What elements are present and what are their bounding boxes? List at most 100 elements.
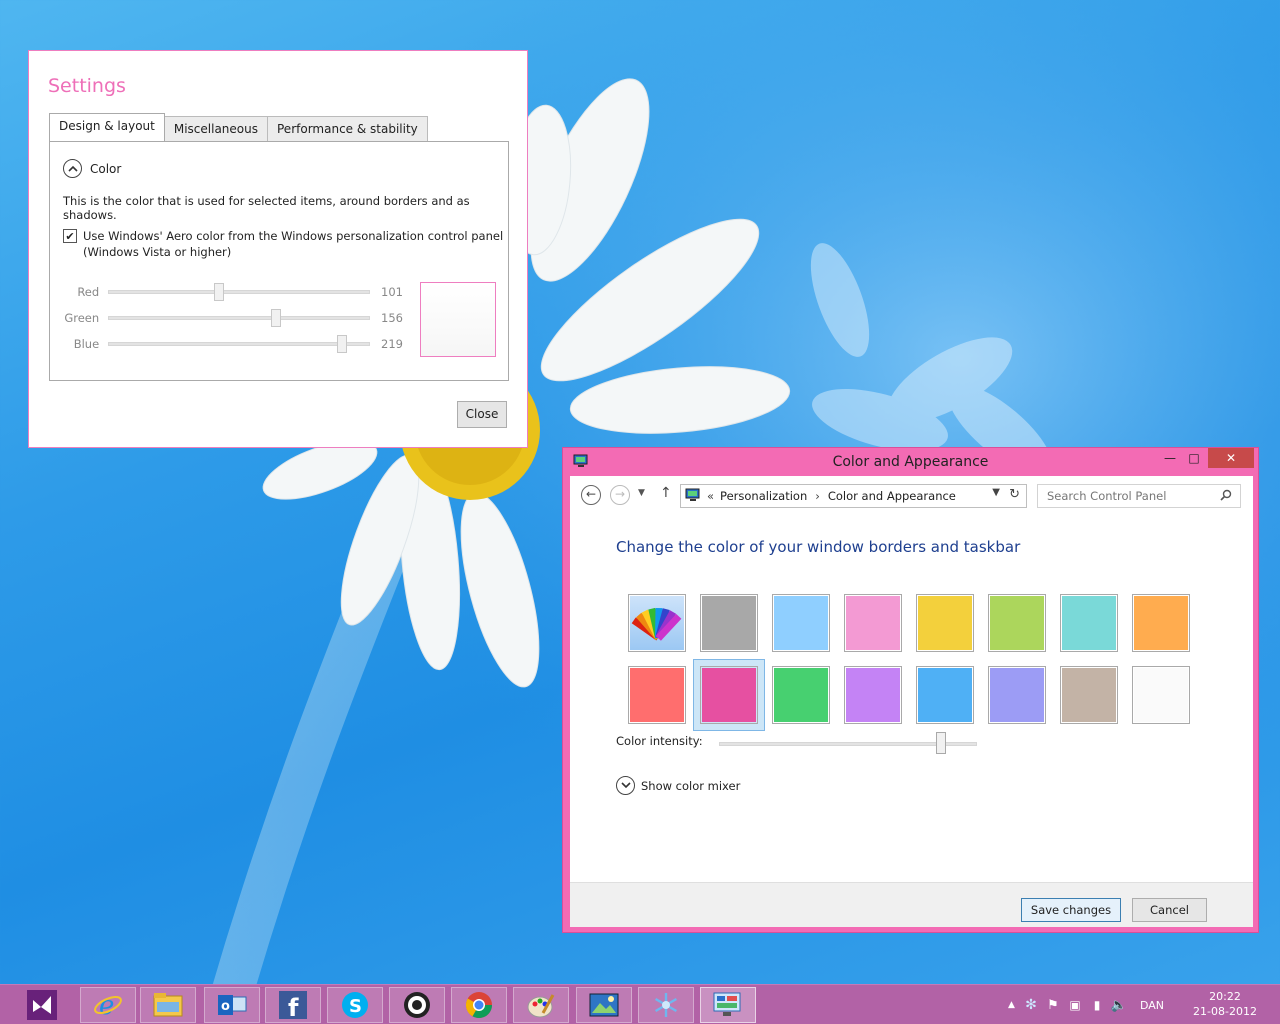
close-window-button[interactable]: ✕	[1208, 448, 1254, 468]
volume-icon[interactable]: 🔈	[1108, 998, 1130, 1013]
power-icon[interactable]: ▮	[1086, 998, 1108, 1012]
title-bar[interactable]: Color and Appearance — □ ✕	[563, 448, 1258, 476]
color-swatch[interactable]	[700, 594, 758, 652]
skype-icon[interactable]: S	[327, 987, 383, 1023]
breadcrumb-separator[interactable]: ›	[815, 489, 820, 503]
clock[interactable]: 20:22 21-08-2012	[1190, 989, 1260, 1019]
red-value: 101	[381, 285, 403, 299]
color-swatch-fill	[990, 596, 1044, 650]
back-arrow-icon[interactable]: ←	[581, 485, 601, 505]
up-arrow-icon[interactable]: ↑	[660, 485, 672, 501]
tab-design-layout[interactable]: Design & layout	[49, 113, 165, 142]
window-body: ← → ▼ ↑ « Personalization › Color and Ap…	[570, 476, 1253, 927]
color-swatch[interactable]	[628, 666, 686, 724]
green-slider[interactable]	[108, 309, 371, 327]
cancel-button[interactable]: Cancel	[1132, 898, 1207, 922]
color-swatch[interactable]	[988, 594, 1046, 652]
color-swatch[interactable]	[844, 666, 902, 724]
blue-slider-row: Blue 219	[63, 334, 403, 354]
color-swatch[interactable]	[844, 594, 902, 652]
design-layout-panel: Color This is the color that is used for…	[49, 141, 509, 381]
tab-performance-stability[interactable]: Performance & stability	[268, 116, 428, 142]
red-slider[interactable]	[108, 283, 371, 301]
color-swatch-fill	[774, 596, 828, 650]
color-swatch-fill	[1134, 596, 1188, 650]
snowflake-tray-icon[interactable]: ✻	[1020, 997, 1042, 1013]
color-swatch-fill	[774, 668, 828, 722]
color-swatch-fill	[990, 668, 1044, 722]
settings-tabs: Design & layout Miscellaneous Performanc…	[49, 113, 428, 142]
automatic-color-swatch[interactable]	[628, 594, 686, 652]
color-swatch[interactable]	[1132, 666, 1190, 724]
aero-color-option[interactable]: ✔ Use Windows' Aero color from the Windo…	[63, 228, 503, 260]
tab-miscellaneous[interactable]: Miscellaneous	[164, 116, 268, 142]
show-hidden-icons-icon[interactable]: ▲	[1008, 1000, 1020, 1010]
show-color-mixer-toggle[interactable]: Show color mixer	[616, 776, 740, 795]
chevron-down-icon[interactable]	[616, 776, 635, 795]
color-swatch[interactable]	[772, 594, 830, 652]
outlook-icon[interactable]: o	[204, 987, 260, 1023]
facebook-icon[interactable]: f	[265, 987, 321, 1023]
color-swatch[interactable]	[700, 666, 758, 724]
chrome-icon[interactable]	[451, 987, 507, 1023]
color-swatch[interactable]	[988, 666, 1046, 724]
chevron-up-icon[interactable]	[63, 159, 82, 178]
color-palette-icon	[630, 596, 684, 650]
control-panel-icon	[685, 488, 701, 505]
blue-label: Blue	[73, 337, 100, 351]
blue-value: 219	[381, 337, 403, 351]
red-slider-thumb[interactable]	[214, 283, 225, 301]
paint-icon[interactable]	[513, 987, 569, 1023]
green-slider-thumb[interactable]	[271, 309, 282, 327]
photo-viewer-icon[interactable]	[576, 987, 632, 1023]
address-bar[interactable]: « Personalization › Color and Appearance…	[680, 484, 1027, 508]
color-preview	[420, 282, 496, 357]
color-swatch[interactable]	[772, 666, 830, 724]
file-explorer-icon[interactable]	[140, 987, 196, 1023]
recent-pages-chevron-icon[interactable]: ▼	[638, 488, 645, 498]
network-icon[interactable]: ▣	[1064, 998, 1086, 1012]
aero-color-checkbox[interactable]: ✔	[63, 229, 77, 243]
color-swatch[interactable]	[916, 594, 974, 652]
control-panel-icon[interactable]	[700, 987, 756, 1023]
color-swatch-fill	[846, 596, 900, 650]
color-swatch-fill	[1134, 668, 1188, 722]
green-slider-row: Green 156	[63, 308, 403, 328]
search-input[interactable]: Search Control Panel	[1037, 484, 1241, 508]
address-dropdown-icon[interactable]: ▼	[992, 487, 1000, 498]
close-button[interactable]: Close	[457, 401, 507, 428]
steam-icon[interactable]	[389, 987, 445, 1023]
forward-arrow-icon[interactable]: →	[610, 485, 630, 505]
blue-slider[interactable]	[108, 335, 371, 353]
breadcrumb-color-appearance[interactable]: Color and Appearance	[828, 489, 956, 503]
color-swatch[interactable]	[1060, 594, 1118, 652]
refresh-icon[interactable]: ↻	[1009, 487, 1020, 502]
visual-studio-icon[interactable]	[14, 987, 70, 1023]
color-swatch-fill	[846, 668, 900, 722]
clock-time: 20:22	[1209, 990, 1241, 1003]
svg-text:e: e	[99, 991, 114, 1020]
snowflake-app-icon[interactable]	[638, 987, 694, 1023]
color-appearance-window: Color and Appearance — □ ✕ ← → ▼ ↑ « Per…	[562, 447, 1259, 933]
breadcrumb-personalization[interactable]: Personalization	[720, 489, 807, 503]
flag-icon[interactable]: ⚑	[1042, 998, 1064, 1013]
color-description: This is the color that is used for selec…	[63, 194, 470, 222]
color-swatch[interactable]	[1060, 666, 1118, 724]
blue-slider-thumb[interactable]	[337, 335, 348, 353]
language-indicator[interactable]: DAN	[1140, 999, 1164, 1012]
color-swatch[interactable]	[916, 666, 974, 724]
search-icon[interactable]	[1220, 489, 1232, 504]
save-changes-button[interactable]: Save changes	[1021, 898, 1121, 922]
color-swatch[interactable]	[1132, 594, 1190, 652]
aero-color-label-line1: Use Windows' Aero color from the Windows…	[83, 229, 504, 243]
svg-text:S: S	[349, 996, 362, 1017]
settings-title: Settings	[48, 75, 126, 97]
taskbar: e o f S ▲ ✻ ⚑ ▣ ▮ 🔈 DAN 20:22 21-08-2012	[0, 984, 1280, 1024]
button-footer: Save changes Cancel	[570, 882, 1253, 927]
color-intensity-thumb[interactable]	[936, 732, 946, 754]
color-section-header[interactable]: Color	[63, 159, 121, 178]
minimize-button[interactable]: —	[1159, 448, 1181, 468]
maximize-button[interactable]: □	[1183, 448, 1205, 468]
internet-explorer-icon[interactable]: e	[80, 987, 136, 1023]
breadcrumb-overflow[interactable]: «	[707, 489, 714, 503]
